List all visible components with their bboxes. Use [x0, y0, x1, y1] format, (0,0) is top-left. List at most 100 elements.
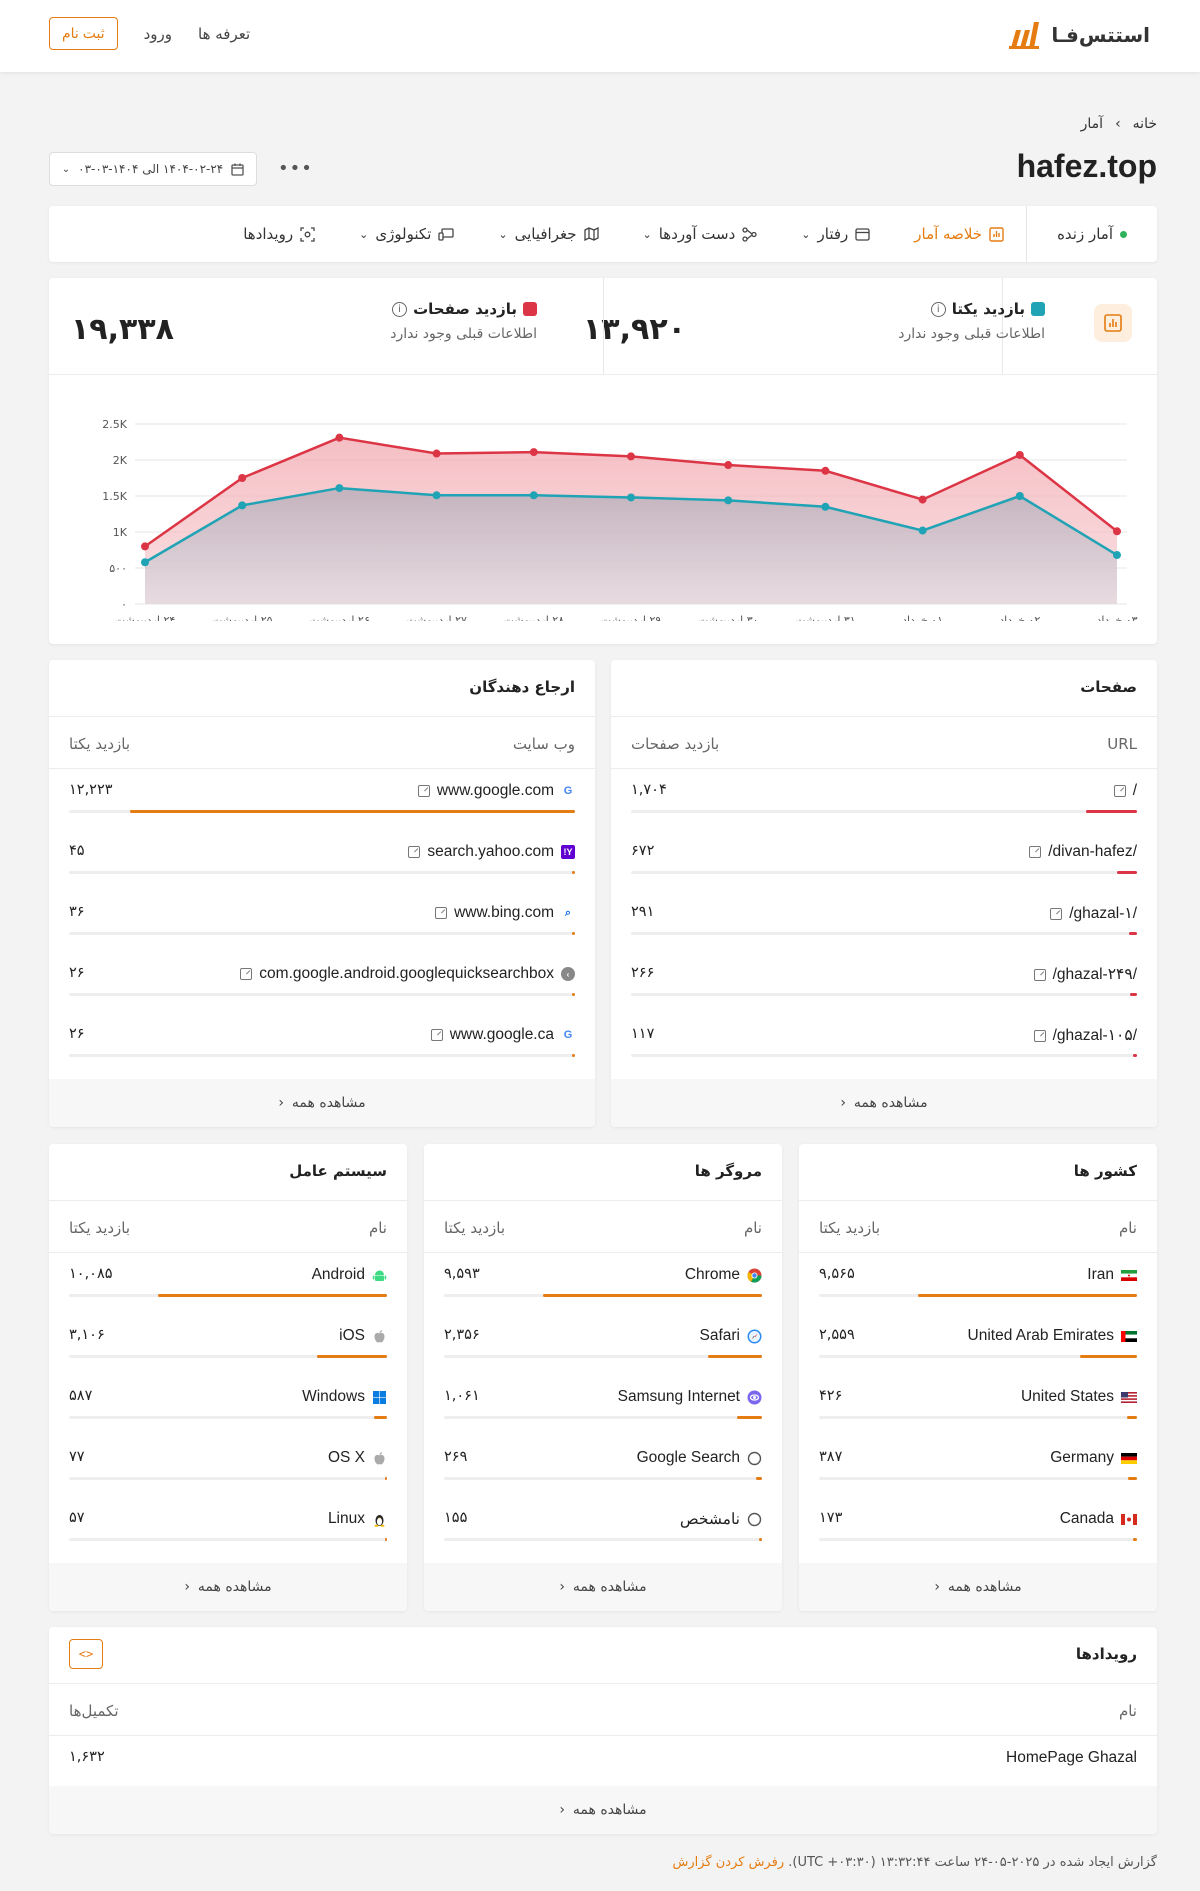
data-point	[238, 501, 247, 510]
breadcrumb-home[interactable]: خانه	[1133, 116, 1157, 132]
list-item[interactable]: Y! search.yahoo.com ۴۵	[69, 829, 575, 890]
external-link-icon[interactable]	[1050, 907, 1063, 920]
events-panel: رویدادها <> نام تکمیل‌ها HomePage Ghazal…	[49, 1627, 1157, 1834]
list-item[interactable]: Safari ۲,۳۵۶	[444, 1313, 762, 1374]
list-item[interactable]: Google Search ۲۶۹	[444, 1435, 762, 1496]
list-item[interactable]: United Arab Emirates ۲,۵۵۹	[819, 1313, 1137, 1374]
list-item[interactable]: /ghazal-۱/ ۲۹۱	[631, 890, 1137, 951]
login-link[interactable]: ورود	[144, 25, 172, 43]
refresh-report-link[interactable]: رفرش کردن گزارش	[672, 1855, 784, 1870]
pricing-link[interactable]: تعرفه ها	[198, 25, 250, 43]
tab-goals[interactable]: دست آوردها ⌄	[621, 206, 780, 262]
list-item[interactable]: نامشخص ۱۵۵	[444, 1496, 762, 1557]
progress-bar	[158, 1294, 387, 1297]
summary-card: بازدید یکتا i اطلاعات قبلی وجود ندارد ۱۳…	[49, 278, 1157, 644]
more-options-icon[interactable]: •••	[278, 158, 313, 179]
progress-track	[69, 1416, 387, 1419]
visits-chart: ۰ ۵۰۰ 1K 1.5K 2K 2.5K ۲۴ اردیبهشت ۲۵ اردیبهشت ۲۶…	[77, 396, 1139, 627]
windows-icon	[372, 1390, 387, 1405]
tab-live[interactable]: آمار زنده	[1026, 206, 1157, 262]
list-item[interactable]: OS X ۷۷	[69, 1435, 387, 1496]
progress-track	[444, 1355, 762, 1358]
chevron-left-icon: ‹	[184, 1579, 190, 1595]
code-icon[interactable]: <>	[69, 1639, 103, 1669]
list-item[interactable]: ⌕ www.bing.com ۳۶	[69, 890, 575, 951]
progress-bar	[1127, 1416, 1137, 1419]
data-point	[141, 542, 149, 551]
report-footer: گزارش ایجاد شده در ۲۰۲۵-۰۵-۲۴ ساعت ۱۳:۳۲…	[672, 1855, 1157, 1870]
stat-label: بازدید صفحات	[413, 300, 517, 318]
list-item[interactable]: iOS ۳,۱۰۶	[69, 1313, 387, 1374]
list-item[interactable]: /ghazal-۲۴۹/ ۲۶۶	[631, 951, 1137, 1012]
external-link-icon[interactable]	[1029, 846, 1042, 858]
y-tick-label: 1K	[113, 526, 128, 539]
list-item[interactable]: Linux ۵۷	[69, 1496, 387, 1557]
list-item[interactable]: /divan-hafez/ ۶۷۲	[631, 829, 1137, 890]
list-item[interactable]: Canada ۱۷۳	[819, 1496, 1137, 1557]
external-link-icon[interactable]	[408, 846, 421, 858]
signup-button[interactable]: ثبت نام	[49, 17, 118, 50]
tab-label: تکنولوژی	[375, 225, 432, 243]
tab-behavior[interactable]: رفتار ⌄	[779, 206, 892, 262]
info-icon[interactable]: i	[930, 301, 946, 317]
data-point	[627, 493, 635, 502]
data-point	[141, 558, 149, 567]
list-item-value: ۱۲,۲۲۳	[69, 782, 113, 798]
list-item[interactable]: Chrome ۹,۵۹۳	[444, 1252, 762, 1313]
chart-summary-icon	[1094, 304, 1132, 342]
unique-color-swatch	[1031, 302, 1045, 316]
progress-bar	[1116, 871, 1137, 874]
list-item-value: ۲,۳۵۶	[444, 1327, 480, 1343]
tab-geo[interactable]: جغرافیایی ⌄	[476, 206, 620, 262]
external-link-icon[interactable]	[430, 1029, 443, 1041]
list-item-name: Iran	[1087, 1266, 1137, 1284]
external-link-icon[interactable]	[1033, 1029, 1046, 1042]
divider	[603, 278, 604, 374]
chevron-down-icon: ⌄	[61, 163, 71, 175]
tab-technology[interactable]: تکنولوژی ⌄	[337, 206, 476, 262]
list-item-label: iOS	[339, 1327, 365, 1344]
view-all-button[interactable]: مشاهده همه ‹	[799, 1563, 1157, 1611]
list-item[interactable]: Iran ۹,۵۶۵	[819, 1252, 1137, 1313]
list-item[interactable]: › com.google.android.googlequicksearchbox…	[69, 951, 575, 1012]
progress-track	[631, 1054, 1137, 1057]
list-item-name: Gwww.google.com	[417, 782, 575, 800]
breadcrumb: خانه › آمار	[1081, 116, 1157, 132]
list-item[interactable]: Gwww.google.ca ۲۶	[69, 1012, 575, 1073]
view-all-button[interactable]: مشاهده همه ‹	[49, 1079, 595, 1127]
list-item[interactable]: Windows ۵۸۷	[69, 1374, 387, 1435]
view-all-button[interactable]: مشاهده همه ‹	[424, 1563, 782, 1611]
tab-summary[interactable]: خلاصه آمار	[892, 206, 1026, 262]
list-item[interactable]: Germany ۳۸۷	[819, 1435, 1137, 1496]
list-item-value: ۱,۷۰۴	[631, 782, 667, 798]
list-item-label: www.google.com	[436, 782, 554, 799]
progress-bar	[1133, 1538, 1137, 1541]
progress-track	[69, 1355, 387, 1358]
external-link-icon[interactable]	[435, 907, 448, 919]
list-item[interactable]: Gwww.google.com ۱۲,۲۲۳	[69, 768, 575, 829]
divider	[49, 374, 1157, 375]
list-item[interactable]: United States ۴۲۶	[819, 1374, 1137, 1435]
external-link-icon[interactable]	[417, 785, 430, 797]
samsung-internet-icon	[747, 1390, 762, 1405]
list-item[interactable]: Samsung Internet ۱,۰۶۱	[444, 1374, 762, 1435]
date-range-picker[interactable]: ۱۴۰۴-۰۲-۲۴ الی ۱۴۰۴-۰۳-۰۳ ⌄	[49, 152, 257, 186]
list-item-value: ۱,۰۶۱	[444, 1388, 480, 1404]
list-item-label: United States	[1020, 1388, 1114, 1405]
pages-panel: صفحات URL بازدید صفحات / ۱,۷۰۴ /divan-hafe…	[611, 660, 1157, 1127]
info-icon[interactable]: i	[392, 301, 408, 317]
list-item[interactable]: / ۱,۷۰۴	[631, 768, 1137, 829]
list-item[interactable]: Android ۱۰,۰۸۵	[69, 1252, 387, 1313]
list-item[interactable]: /ghazal-۱۰۵/ ۱۱۷	[631, 1012, 1137, 1073]
view-all-button[interactable]: مشاهده همه ‹	[611, 1079, 1157, 1127]
view-all-button[interactable]: مشاهده همه ‹	[49, 1786, 1157, 1834]
list-item-value: ۲۶	[69, 965, 85, 981]
tab-events[interactable]: رویدادها	[221, 206, 337, 262]
external-link-icon[interactable]	[240, 968, 253, 980]
data-point	[432, 491, 441, 500]
view-all-button[interactable]: مشاهده همه ‹	[49, 1563, 407, 1611]
external-link-icon[interactable]	[1113, 785, 1126, 797]
external-link-icon[interactable]	[1033, 968, 1046, 981]
google-icon: G	[563, 1029, 573, 1041]
brand[interactable]: استتس‌فـا	[1007, 18, 1150, 52]
